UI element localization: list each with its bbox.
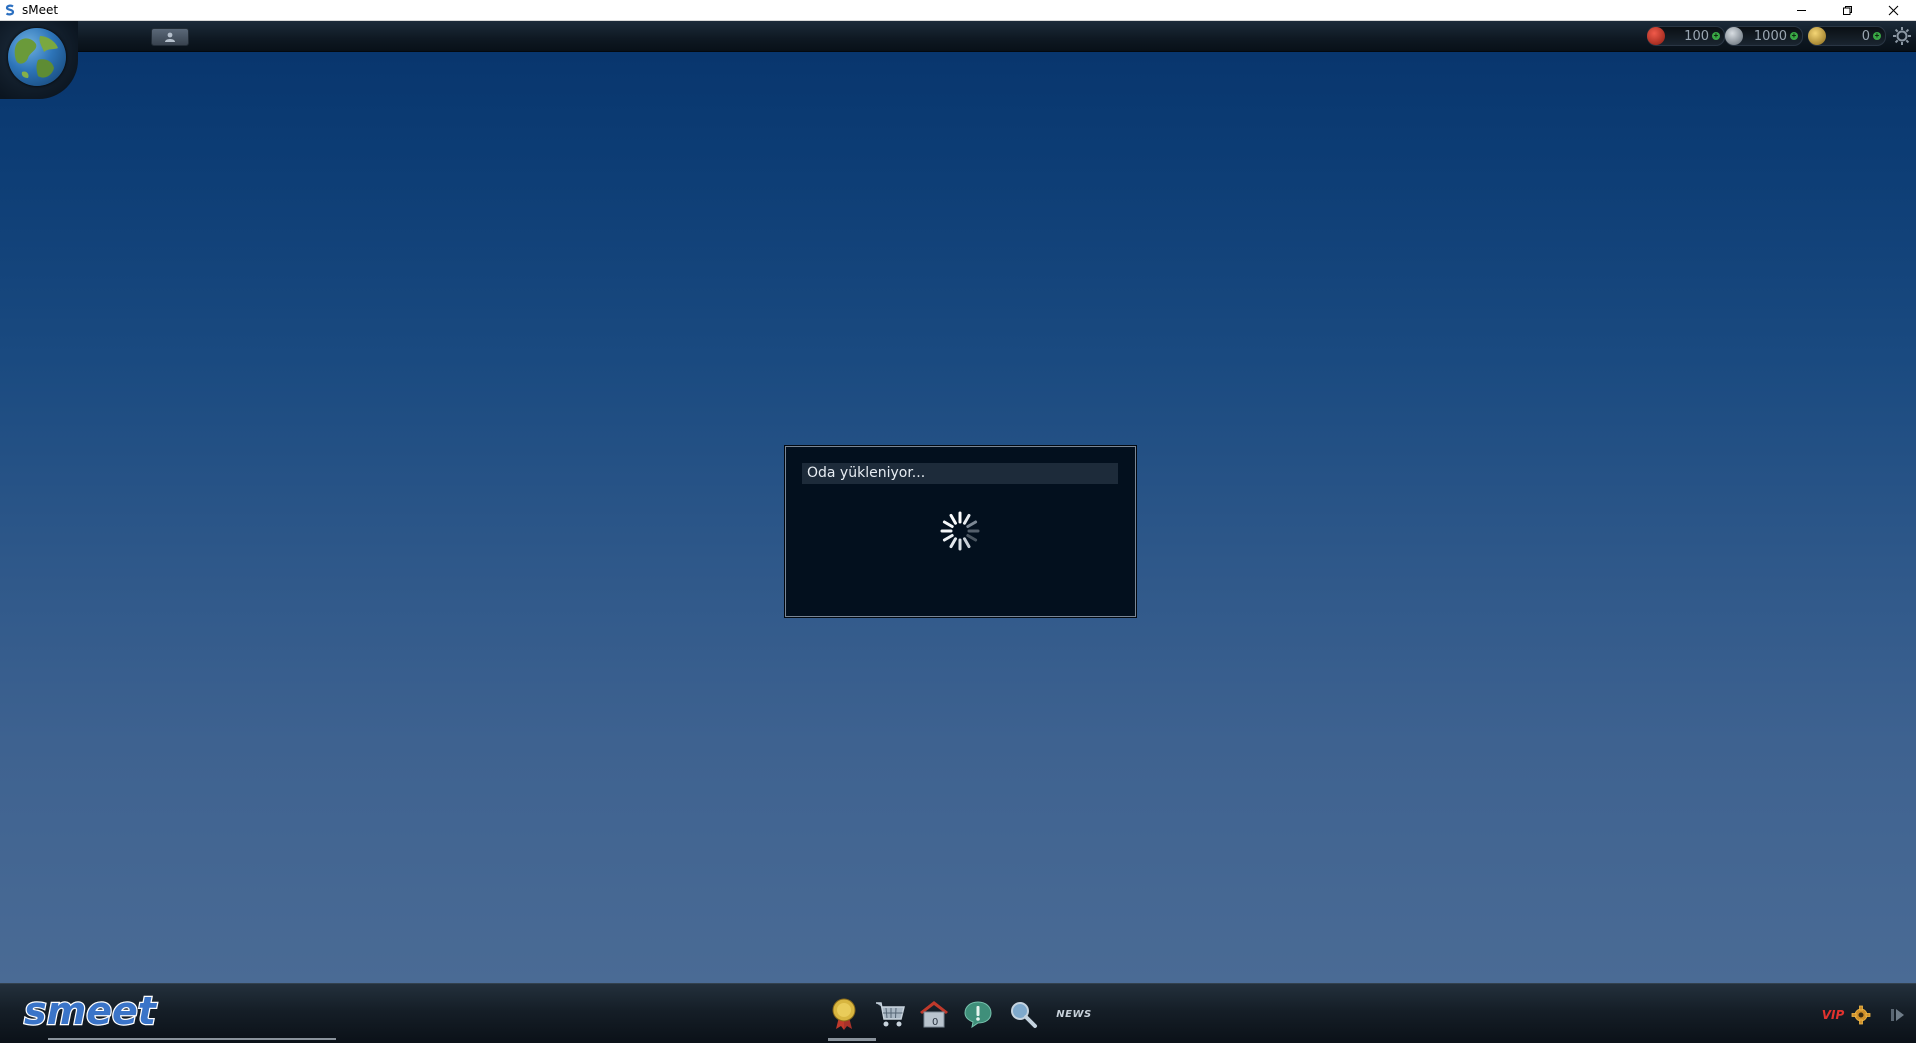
svg-text:smeet: smeet [24, 989, 158, 1032]
vip-icon: VIP [1821, 1008, 1845, 1022]
currency-silver[interactable]: 1000 + [1725, 26, 1803, 46]
alerts-button[interactable] [961, 996, 995, 1032]
vip-button[interactable]: VIP [1818, 997, 1848, 1033]
profile-button[interactable] [151, 28, 189, 46]
collapse-arrow-icon [1891, 1009, 1904, 1021]
collapse-panel-button[interactable] [1884, 997, 1912, 1033]
shopping-cart-icon [876, 1002, 905, 1027]
bottom-bar [0, 983, 1916, 1043]
news-label: NEWS [1056, 1008, 1092, 1020]
minimize-button[interactable] [1778, 0, 1824, 20]
loading-spinner-icon [940, 511, 980, 551]
add-gold-coins-icon[interactable]: + [1873, 32, 1881, 40]
logo-underline [48, 1038, 336, 1040]
home-badge: 0 [932, 1017, 938, 1028]
gear-icon [1893, 27, 1911, 45]
currency-gold-value: 0 [1861, 28, 1870, 44]
window-titlebar: sMeet [0, 0, 1916, 21]
add-red-coins-icon[interactable]: + [1712, 32, 1720, 40]
minimize-icon [1796, 9, 1806, 11]
restore-button[interactable] [1824, 0, 1870, 20]
restore-icon [1842, 5, 1852, 15]
loading-dialog-title: Oda yükleniyor... [802, 463, 1118, 484]
alert-bubble-icon [964, 1001, 992, 1029]
top-bar [0, 21, 1916, 52]
currency-gold[interactable]: 0 + [1808, 26, 1886, 46]
home-button[interactable]: 0 [917, 996, 951, 1032]
gold-gear-icon [1851, 1005, 1871, 1025]
home-icon: 0 [920, 1001, 948, 1028]
close-button[interactable] [1870, 0, 1916, 20]
add-silver-coins-icon[interactable]: + [1790, 32, 1798, 40]
close-icon [1888, 5, 1898, 15]
globe-button-frame[interactable] [0, 21, 78, 99]
profile-icon [165, 32, 175, 42]
globe-icon [8, 28, 66, 86]
smeet-logo[interactable]: smeet [20, 988, 162, 1032]
dock-active-indicator [828, 1038, 876, 1041]
search-icon [1011, 1002, 1037, 1028]
loading-dialog: Oda yükleniyor... [785, 446, 1136, 617]
silver-coin-icon [1725, 27, 1743, 45]
shop-button[interactable] [873, 996, 907, 1032]
currency-silver-value: 1000 [1753, 28, 1787, 44]
currency-red[interactable]: 100 + [1647, 26, 1725, 46]
window-title: sMeet [22, 3, 59, 17]
search-button[interactable] [1006, 996, 1040, 1032]
gold-coin-icon [1808, 27, 1826, 45]
currency-red-value: 100 [1684, 28, 1709, 44]
app-icon [5, 4, 15, 16]
gold-settings-button[interactable] [1847, 997, 1875, 1033]
red-coin-icon [1647, 27, 1665, 45]
awards-button[interactable] [827, 996, 861, 1032]
settings-button[interactable] [1892, 26, 1912, 46]
news-button[interactable]: NEWS [1055, 996, 1093, 1032]
award-medal-icon [832, 998, 856, 1030]
